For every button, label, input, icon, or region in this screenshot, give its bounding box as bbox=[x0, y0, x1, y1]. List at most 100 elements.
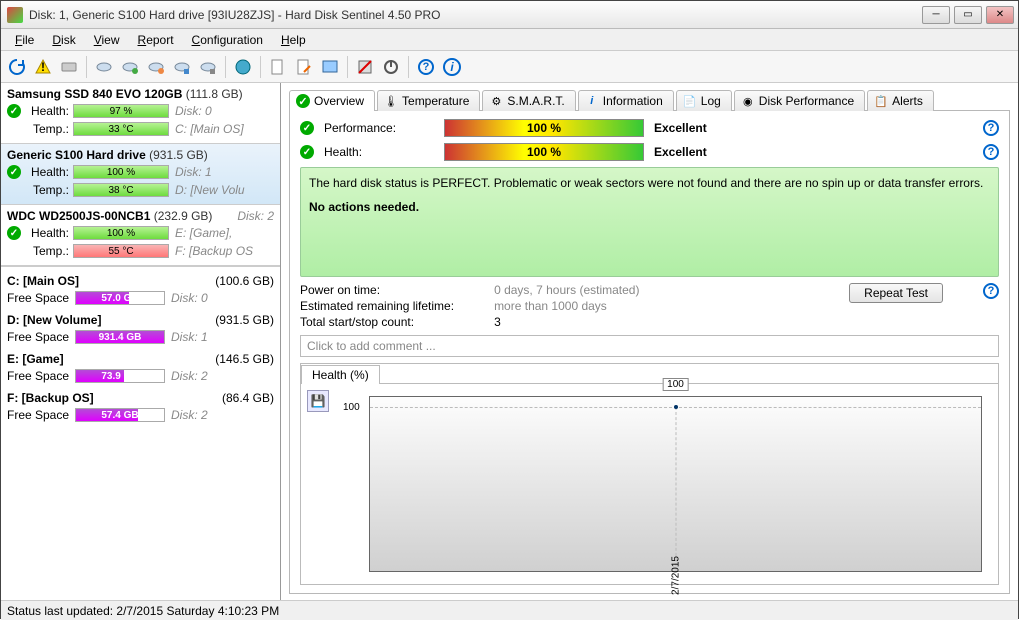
disk-item[interactable]: Samsung SSD 840 EVO 120GB (111.8 GB) ✓He… bbox=[1, 83, 280, 144]
alert-icon[interactable]: ! bbox=[31, 55, 55, 79]
health-row: ✓ Health: 100 % Excellent ? bbox=[300, 143, 999, 161]
performance-bar: 100 % bbox=[444, 119, 644, 137]
drive-label: C: [Main OS] bbox=[175, 122, 244, 136]
tab-smart[interactable]: ⚙S.M.A.R.T. bbox=[482, 90, 575, 111]
stats-row: Power on time: Estimated remaining lifet… bbox=[300, 283, 999, 329]
maximize-button[interactable]: ▭ bbox=[954, 6, 982, 24]
health-label: Health: bbox=[27, 226, 69, 240]
info-small-icon: i bbox=[585, 94, 599, 108]
disk-test5-icon[interactable] bbox=[196, 55, 220, 79]
volume-item[interactable]: D: [New Volume](931.5 GB) Free Space931.… bbox=[1, 310, 280, 349]
performance-label: Performance: bbox=[324, 121, 434, 135]
performance-verdict: Excellent bbox=[654, 121, 707, 135]
power-icon[interactable] bbox=[379, 55, 403, 79]
save-chart-icon[interactable]: 💾 bbox=[307, 390, 329, 412]
temp-label: Temp.: bbox=[27, 122, 69, 136]
health-bar: 97 % bbox=[73, 104, 169, 118]
report-icon[interactable] bbox=[266, 55, 290, 79]
chart-point-label: 100 bbox=[662, 378, 689, 391]
ok-icon: ✓ bbox=[7, 104, 21, 118]
power-on-label: Power on time: bbox=[300, 283, 454, 297]
free-space-label: Free Space bbox=[7, 291, 75, 305]
menu-view[interactable]: View bbox=[86, 31, 128, 49]
info-icon[interactable]: i bbox=[440, 55, 464, 79]
health-bar: 100 % bbox=[73, 226, 169, 240]
disk-test4-icon[interactable] bbox=[170, 55, 194, 79]
globe-icon[interactable] bbox=[231, 55, 255, 79]
drive-label: E: [Game], bbox=[175, 226, 232, 240]
svg-text:i: i bbox=[450, 60, 454, 74]
sidebar: Samsung SSD 840 EVO 120GB (111.8 GB) ✓He… bbox=[1, 83, 281, 600]
close-button[interactable]: ✕ bbox=[986, 6, 1014, 24]
temp-bar: 38 °C bbox=[73, 183, 169, 197]
menu-report[interactable]: Report bbox=[130, 31, 182, 49]
free-space-bar: 73.9 GB bbox=[75, 369, 165, 383]
temp-bar: 33 °C bbox=[73, 122, 169, 136]
gauge-icon: ◉ bbox=[741, 94, 755, 108]
tab-information[interactable]: iInformation bbox=[578, 90, 674, 111]
menu-configuration[interactable]: Configuration bbox=[184, 31, 271, 49]
disk-test3-icon[interactable] bbox=[144, 55, 168, 79]
temp-bar: 55 °C bbox=[73, 244, 169, 258]
drive-label: Disk: 0 bbox=[175, 104, 212, 118]
window-title: Disk: 1, Generic S100 Hard drive [93IU28… bbox=[29, 8, 922, 22]
toolbar: ! ? i bbox=[1, 51, 1018, 83]
alerts-icon: 📋 bbox=[874, 94, 888, 108]
tab-log[interactable]: 📄Log bbox=[676, 90, 732, 111]
free-space-bar: 57.4 GB bbox=[75, 408, 165, 422]
disk-test2-icon[interactable] bbox=[118, 55, 142, 79]
health-label: Health: bbox=[27, 165, 69, 179]
ok-icon: ✓ bbox=[300, 145, 314, 159]
health-verdict: Excellent bbox=[654, 145, 707, 159]
ok-icon: ✓ bbox=[300, 121, 314, 135]
chart-x-tick: 2/7/2015 bbox=[670, 556, 681, 595]
disk-index-label: Disk: 0 bbox=[171, 291, 208, 305]
repeat-test-button[interactable]: Repeat Test bbox=[849, 283, 943, 303]
title-bar: Disk: 1, Generic S100 Hard drive [93IU28… bbox=[1, 1, 1018, 29]
help-health-icon[interactable]: ? bbox=[983, 144, 999, 160]
svg-text:!: ! bbox=[41, 60, 45, 74]
volume-item[interactable]: C: [Main OS](100.6 GB) Free Space57.0 GB… bbox=[1, 271, 280, 310]
health-chart: Health (%) 💾 100 100 2/7/2015 bbox=[300, 363, 999, 585]
free-space-bar: 57.0 GB bbox=[75, 291, 165, 305]
health-bar: 100 % bbox=[73, 165, 169, 179]
disk-test1-icon[interactable] bbox=[92, 55, 116, 79]
drive-label: D: [New Volu bbox=[175, 183, 245, 197]
remaining-value: more than 1000 days bbox=[494, 299, 639, 313]
app-icon bbox=[7, 7, 23, 23]
comment-input[interactable]: Click to add comment ... bbox=[300, 335, 999, 357]
menu-file[interactable]: File bbox=[7, 31, 42, 49]
refresh-icon[interactable] bbox=[5, 55, 29, 79]
chart-tab-health[interactable]: Health (%) bbox=[301, 365, 380, 384]
status-box: The hard disk status is PERFECT. Problem… bbox=[300, 167, 999, 277]
disk-item[interactable]: WDC WD2500JS-00NCB1 (232.9 GB)Disk: 2 ✓H… bbox=[1, 205, 280, 266]
minimize-button[interactable]: ─ bbox=[922, 6, 950, 24]
chart-plot: 100 2/7/2015 bbox=[369, 396, 982, 572]
disk-icon[interactable] bbox=[57, 55, 81, 79]
settings-icon[interactable] bbox=[353, 55, 377, 79]
tab-disk-performance[interactable]: ◉Disk Performance bbox=[734, 90, 865, 111]
volume-item[interactable]: F: [Backup OS](86.4 GB) Free Space57.4 G… bbox=[1, 388, 280, 427]
ok-icon: ✓ bbox=[7, 165, 21, 179]
health-label: Health: bbox=[324, 145, 434, 159]
menu-disk[interactable]: Disk bbox=[44, 31, 83, 49]
tab-alerts[interactable]: 📋Alerts bbox=[867, 90, 934, 111]
power-on-value: 0 days, 7 hours (estimated) bbox=[494, 283, 639, 297]
tab-overview[interactable]: ✓Overview bbox=[289, 90, 375, 111]
volume-item[interactable]: E: [Game](146.5 GB) Free Space73.9 GBDis… bbox=[1, 349, 280, 388]
health-bar: 100 % bbox=[444, 143, 644, 161]
temp-label: Temp.: bbox=[27, 183, 69, 197]
tab-temperature[interactable]: 🌡Temperature bbox=[377, 90, 480, 111]
help-performance-icon[interactable]: ? bbox=[983, 120, 999, 136]
disk-index-label: Disk: 2 bbox=[171, 408, 208, 422]
help-stats-icon[interactable]: ? bbox=[983, 283, 999, 299]
disk-item[interactable]: Generic S100 Hard drive (931.5 GB) ✓Heal… bbox=[1, 144, 280, 205]
help-icon[interactable]: ? bbox=[414, 55, 438, 79]
health-label: Health: bbox=[27, 104, 69, 118]
startstop-value: 3 bbox=[494, 315, 639, 329]
report-send-icon[interactable] bbox=[292, 55, 316, 79]
remaining-label: Estimated remaining lifetime: bbox=[300, 299, 454, 313]
smart-icon: ⚙ bbox=[489, 94, 503, 108]
report-web-icon[interactable] bbox=[318, 55, 342, 79]
menu-help[interactable]: Help bbox=[273, 31, 314, 49]
